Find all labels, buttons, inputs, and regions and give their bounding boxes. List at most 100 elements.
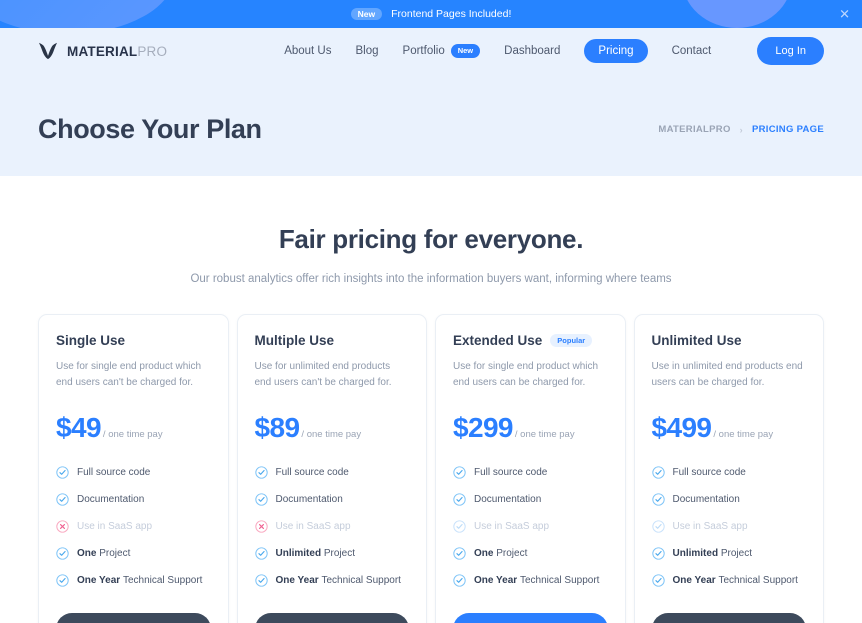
feature-text: Use in SaaS app <box>276 521 351 532</box>
feature-label: Full source code <box>474 467 548 478</box>
nav-item-label: Dashboard <box>504 45 561 57</box>
brand-name-light: PRO <box>137 43 168 59</box>
plan-feature-list: Full source code Documentation Use in SaaS… <box>254 466 410 587</box>
plan-feature-list: Full source code Documentation Use in SaaS… <box>651 466 807 587</box>
plan-feature: One Project <box>453 547 608 560</box>
check-circle-icon <box>651 493 665 506</box>
feature-text: Use in SaaS app <box>77 521 152 532</box>
plan-price-row: $49/ one time pay <box>56 412 211 444</box>
feature-text: Documentation <box>673 494 740 505</box>
nav-links: About Us Blog Portfolio New Dashboard Pr… <box>238 39 757 63</box>
feature-emphasis: One Year <box>672 575 716 586</box>
nav-item-blog[interactable]: Blog <box>356 45 379 57</box>
feature-label: Use in SaaS app <box>275 521 351 532</box>
plan-feature: Full source code <box>651 466 807 479</box>
plan-feature: One Project <box>56 547 211 560</box>
plan-feature-list: Full source code Documentation Use in SaaS… <box>56 466 211 587</box>
feature-label: Use in SaaS app <box>77 521 153 532</box>
nav-item-about-us[interactable]: About Us <box>284 45 331 57</box>
plan-title: Unlimited Use <box>651 333 742 348</box>
plan-feature: Use in SaaS app <box>56 520 211 533</box>
card-header: Extended Use Popular <box>453 333 608 348</box>
nav-item-dashboard[interactable]: Dashboard <box>504 45 560 57</box>
plan-feature: Use in SaaS app <box>254 520 410 533</box>
plan-button-wrap: Purchase Now <box>651 613 806 623</box>
feature-label: Project <box>496 548 528 559</box>
banner-content: New Frontend Pages Included! <box>350 7 511 21</box>
popular-badge: Popular <box>550 333 593 348</box>
plan-feature: One Year Technical Support <box>254 574 410 587</box>
plan-feature: Full source code <box>453 466 608 479</box>
purchase-now-button[interactable]: Purchase Now <box>254 613 409 623</box>
feature-text: One Year Technical Support <box>474 575 599 586</box>
card-header: Multiple Use <box>255 333 410 348</box>
feature-text: One Year Technical Support <box>276 575 401 586</box>
purchase-now-button[interactable]: Purchase Now <box>56 613 211 623</box>
banner-new-badge: New <box>350 7 383 21</box>
purchase-now-button[interactable]: Purchase Now <box>453 613 608 623</box>
pricing-heading: Fair pricing for everyone. <box>278 224 584 254</box>
check-circle-icon <box>453 466 466 479</box>
feature-label: Full source code <box>77 467 151 478</box>
feature-label: Documentation <box>77 494 145 505</box>
nav-item-pricing[interactable]: Pricing <box>584 39 648 63</box>
announcement-banner: New Frontend Pages Included! ✕ <box>0 0 862 28</box>
feature-label: Project <box>720 548 752 559</box>
check-circle-icon <box>254 493 268 506</box>
brand-text: MATERIALPRO <box>67 44 167 59</box>
nav-item-portfolio[interactable]: Portfolio New <box>403 44 481 58</box>
plan-description: Use for single end product which end use… <box>453 361 599 388</box>
banner-decoration-left <box>0 0 175 28</box>
check-circle-icon <box>651 520 665 533</box>
feature-text: One Year Technical Support <box>673 575 798 586</box>
cross-circle-icon <box>56 520 69 533</box>
check-circle-icon <box>254 547 268 560</box>
feature-label: Technical Support <box>718 575 798 586</box>
plan-feature: Full source code <box>254 466 410 479</box>
brand-logo[interactable]: MATERIALPRO <box>38 42 238 60</box>
feature-label: Documentation <box>672 494 740 505</box>
plan-title: Multiple Use <box>254 333 335 348</box>
feature-text: Full source code <box>673 467 746 478</box>
check-circle-icon <box>56 547 69 560</box>
plan-title: Single Use <box>56 333 126 348</box>
check-circle-icon <box>453 493 466 506</box>
feature-label: Full source code <box>275 467 349 478</box>
breadcrumb-parent[interactable]: MATERIALPRO <box>658 124 730 135</box>
plan-price: $299 <box>453 412 513 443</box>
plan-description: Use for unlimited end products end users… <box>254 361 392 388</box>
nav-item-contact[interactable]: Contact <box>672 45 712 57</box>
plan-feature: Documentation <box>651 493 807 506</box>
chevron-right-icon: › <box>739 124 743 135</box>
feature-emphasis: One <box>474 548 494 559</box>
plan-price-period: / one time pay <box>713 429 774 440</box>
purchase-now-button[interactable]: Purchase Now <box>651 613 806 623</box>
card-header: Unlimited Use <box>652 333 807 348</box>
check-circle-icon <box>56 574 69 587</box>
nav-item-label: About Us <box>284 45 332 57</box>
pricing-card: Multiple Use Use for unlimited end produc… <box>236 314 427 623</box>
plan-price: $89 <box>254 412 301 443</box>
login-button[interactable]: Log In <box>757 37 824 65</box>
check-circle-icon <box>651 466 665 479</box>
feature-text: Documentation <box>474 494 541 505</box>
plan-feature: Full source code <box>56 466 211 479</box>
nav-new-badge: New <box>450 44 481 58</box>
pricing-card: Single Use Use for single end product whi… <box>38 314 229 623</box>
feature-text: Full source code <box>474 467 547 478</box>
check-circle-icon <box>56 466 69 479</box>
plan-price-row: $89/ one time pay <box>255 412 410 444</box>
plan-feature: Documentation <box>254 493 410 506</box>
close-icon[interactable]: ✕ <box>839 8 850 21</box>
feature-emphasis: One Year <box>77 575 121 586</box>
feature-label: Documentation <box>474 494 542 505</box>
card-header: Single Use <box>56 333 211 348</box>
feature-label: Project <box>99 548 131 559</box>
plan-description: Use in unlimited end products end users … <box>651 361 803 388</box>
plan-feature: One Year Technical Support <box>453 574 608 587</box>
check-circle-icon <box>254 466 268 479</box>
plan-feature: One Year Technical Support <box>651 574 807 587</box>
feature-label: Project <box>323 548 355 559</box>
plan-feature: Documentation <box>56 493 211 506</box>
feature-text: Documentation <box>77 494 144 505</box>
